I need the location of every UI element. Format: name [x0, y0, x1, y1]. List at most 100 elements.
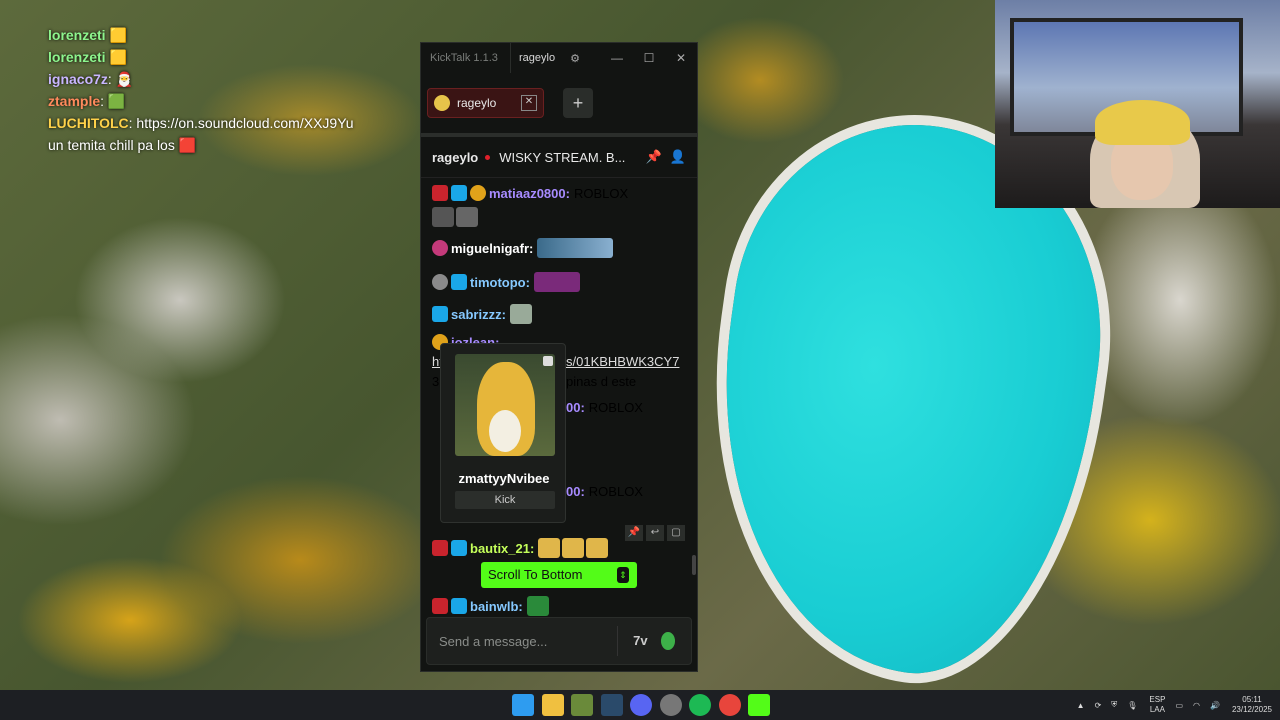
monitor-icon[interactable]: ▭ [1175, 701, 1183, 710]
close-icon[interactable]: ✕ [665, 51, 697, 65]
badge-icon [432, 240, 448, 256]
badge-icon [451, 540, 467, 556]
chat-header: rageylo WISKY STREAM. B... 📌 👤 [421, 137, 697, 178]
emote-icon [526, 596, 549, 616]
username[interactable]: matiaaz0800: [489, 186, 570, 201]
sync-icon[interactable]: ⟳ [1095, 701, 1102, 710]
emote-icon [538, 538, 561, 558]
overlay-line: ztample: 🟩 [48, 93, 126, 109]
overlay-line: lorenzeti 🟨 [48, 27, 127, 43]
emote-icon [586, 538, 609, 558]
app-icon[interactable] [571, 694, 593, 716]
7tv-emote-icon[interactable]: 7v [632, 633, 649, 649]
list-item: matiaaz0800: ROBLOX [432, 185, 628, 201]
tab-label: rageylo [457, 96, 497, 110]
tab-bar: rageylo ✕ + [421, 73, 697, 137]
user-icon[interactable]: 👤 [670, 149, 686, 165]
volume-icon[interactable]: 🔊 [1210, 701, 1220, 710]
clock[interactable]: 05:11 23/12/2025 [1232, 695, 1272, 715]
kick-emote-icon[interactable] [660, 632, 675, 650]
emote-icon [456, 207, 478, 227]
emote-preview-image [455, 354, 555, 456]
scrollbar[interactable] [692, 555, 696, 575]
mic-icon[interactable]: 🎙 [1127, 701, 1137, 710]
scroll-to-bottom-button[interactable]: Scroll To Bottom ⇕ [481, 562, 637, 588]
scroll-to-bottom-label: Scroll To Bottom [488, 567, 583, 582]
emote-name: zmattyyNvibee [458, 471, 550, 486]
add-tab-button[interactable]: + [563, 88, 593, 118]
badge-icon [432, 598, 448, 614]
emote-icon [562, 538, 585, 558]
shield-icon[interactable]: ⛨ [1111, 700, 1117, 710]
chevron-up-icon[interactable]: ▲ [1077, 701, 1085, 710]
steam-icon[interactable] [600, 694, 623, 716]
maximize-icon[interactable]: ☐ [633, 51, 665, 65]
account-button[interactable]: rageylo [510, 43, 563, 73]
discord-icon[interactable] [630, 694, 652, 716]
message-text: ROBLOX [573, 185, 629, 201]
username[interactable]: 00: [566, 484, 585, 499]
reply-icon[interactable]: ↩ [646, 525, 664, 541]
list-item: bautix_21: [432, 538, 610, 558]
language-indicator[interactable]: ESP LAA [1149, 695, 1165, 715]
badge-icon [432, 274, 448, 290]
list-item: 00: ROBLOX [566, 400, 643, 415]
overlay-line: lorenzeti 🟨 [48, 49, 127, 65]
message-input[interactable] [427, 632, 617, 650]
list-item: timotopo: [432, 272, 582, 292]
close-tab-icon[interactable]: ✕ [521, 95, 537, 111]
message-link[interactable]: s/01KBHBWK3CY7 [566, 354, 679, 369]
app-icon[interactable] [659, 694, 682, 716]
pin-icon[interactable]: 📌 [646, 149, 662, 165]
duck-belly [489, 410, 521, 452]
tab-rageylo[interactable]: rageylo ✕ [427, 88, 544, 118]
stream-chat-overlay: lorenzeti 🟨 lorenzeti 🟨 ignaco7z: 🎅 ztam… [48, 24, 408, 156]
app-name: KickTalk 1.1.3 [430, 52, 498, 64]
taskbar-apps [512, 694, 778, 716]
kicktalk-icon[interactable] [748, 694, 770, 716]
window-controls: — ☐ ✕ [601, 51, 697, 65]
list-item: sabrizzz: [432, 304, 534, 324]
emote-source-badge: Kick [455, 491, 555, 509]
minimize-icon[interactable]: — [601, 51, 633, 65]
badge-icon [432, 306, 448, 322]
gear-icon[interactable]: ⚙ [563, 52, 587, 65]
message-text: ROBLOX [588, 484, 643, 499]
overlay-line: un temita chill pa los 🟥 [48, 137, 197, 153]
chrome-icon[interactable] [718, 694, 741, 716]
arrow-down-icon: ⇕ [617, 567, 629, 583]
badge-icon [451, 185, 467, 201]
wifi-icon[interactable]: ◠ [1193, 701, 1200, 710]
live-dot-icon [485, 154, 491, 160]
list-item: miguelnigafr: [432, 238, 615, 258]
message-text: ROBLOX [588, 400, 643, 415]
message-text: 3 [432, 374, 440, 389]
list-item [432, 207, 480, 227]
emote-popup: zmattyyNvibee Kick [440, 343, 566, 523]
username[interactable]: miguelnigafr: [451, 241, 533, 256]
copy-icon[interactable]: ▢ [667, 525, 685, 541]
overlay-line: LUCHITOLC: https://on.soundcloud.com/XXJ… [48, 115, 354, 131]
username[interactable]: 00: [566, 400, 585, 415]
pin-icon[interactable]: 📌 [625, 525, 643, 541]
username[interactable]: timotopo: [470, 275, 530, 290]
file-explorer-icon[interactable] [541, 694, 564, 716]
emote-icon [509, 304, 532, 324]
list-item: 3 [432, 374, 439, 389]
username[interactable]: bainwlb: [470, 599, 523, 614]
pin-icon[interactable] [543, 356, 553, 366]
title-bar: KickTalk 1.1.3 rageylo ⚙ — ☐ ✕ [421, 43, 697, 73]
spotify-icon[interactable] [689, 694, 711, 716]
divider [617, 626, 618, 656]
list-item: pinas d este [566, 374, 636, 389]
stream-title: WISKY STREAM. B... [499, 149, 626, 165]
username[interactable]: bautix_21: [470, 541, 534, 556]
emote-icon [533, 272, 580, 292]
emote-icon [537, 238, 614, 258]
channel-name: rageylo [432, 149, 479, 165]
chat-input-bar: 7v [426, 617, 692, 665]
badge-icon [432, 540, 448, 556]
windows-start-icon[interactable] [512, 694, 534, 716]
emote-icon [432, 207, 454, 227]
username[interactable]: sabrizzz: [451, 307, 506, 322]
